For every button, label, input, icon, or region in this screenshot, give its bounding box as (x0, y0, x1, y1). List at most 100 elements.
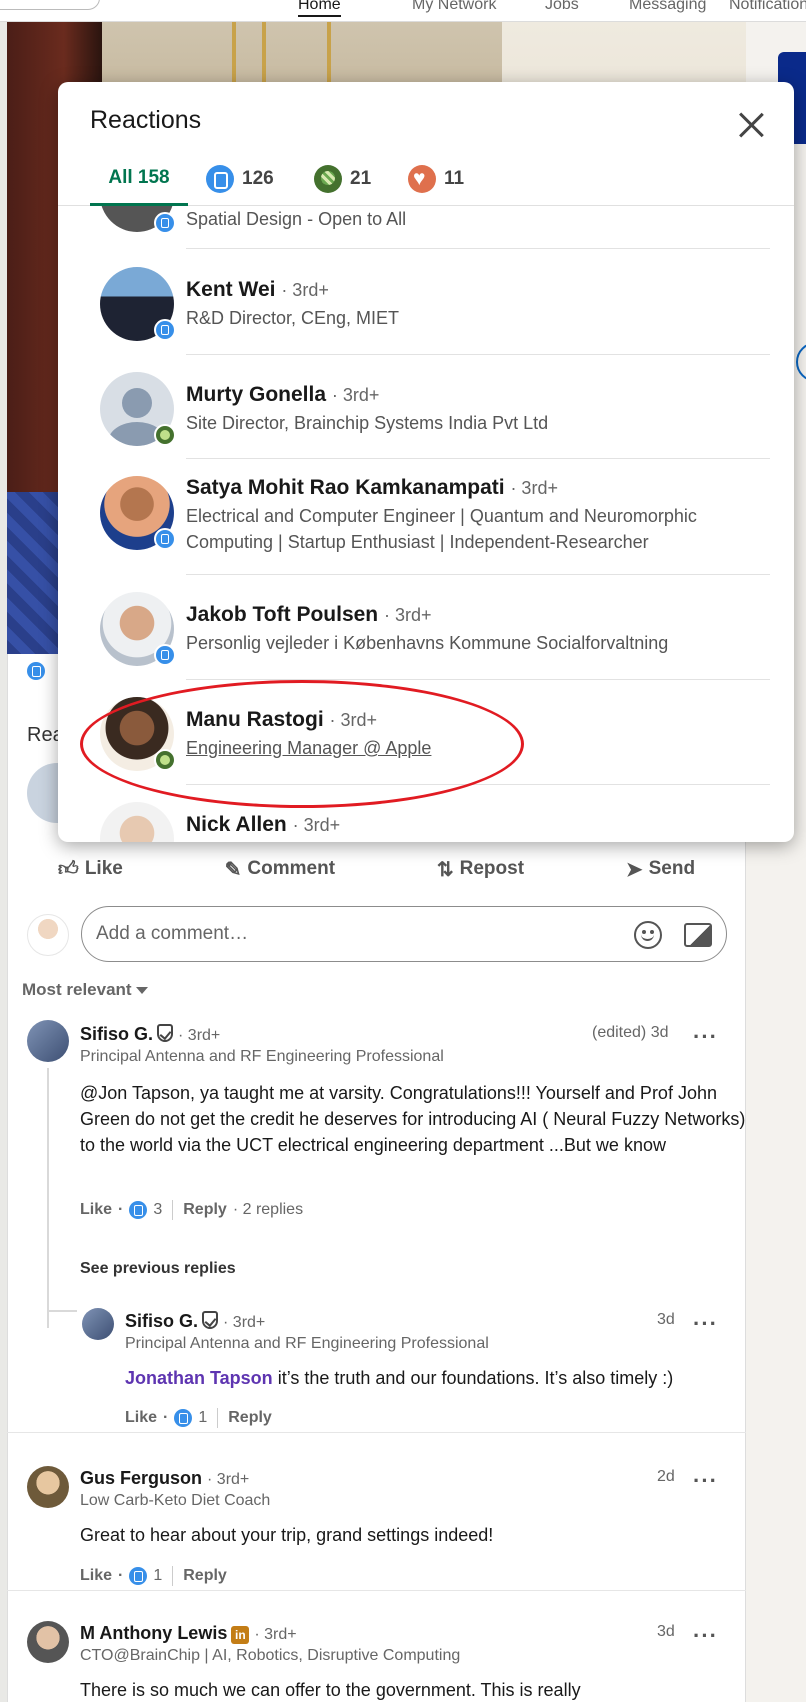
reactor-name[interactable]: Manu Rastogi · 3rd+ (186, 708, 377, 732)
row-divider (186, 458, 770, 459)
more-options-icon[interactable]: ··· (693, 1625, 718, 1647)
connection-degree: · 3rd+ (207, 1471, 250, 1488)
nav-notifications[interactable]: Notifications (729, 0, 806, 14)
comment-like-button[interactable]: Like (80, 1567, 112, 1585)
search-box[interactable] (0, 0, 100, 10)
commenter-headline: Principal Antenna and RF Engineering Pro… (80, 1048, 444, 1065)
comment-text: There is so much we can offer to the gov… (80, 1680, 581, 1700)
commenter-name[interactable]: Sifiso G. · 3rd+ (80, 1024, 220, 1045)
see-previous-replies-link[interactable]: See previous replies (80, 1260, 236, 1278)
reactions-list: Spatial Design - Open to All Kent Wei · … (58, 206, 794, 842)
commenter-avatar[interactable] (82, 1308, 114, 1340)
repost-icon: ⇅ (436, 858, 454, 881)
like-count[interactable]: 1 (153, 1567, 162, 1585)
commenter-name-text: Gus Ferguson (80, 1468, 203, 1488)
like-badge-icon (154, 319, 176, 341)
emoji-icon[interactable] (634, 921, 662, 949)
tab-all[interactable]: All 158 (90, 152, 188, 206)
post-reaction-icons[interactable] (27, 662, 45, 683)
divider (172, 1566, 174, 1586)
commenter-name[interactable]: Gus Ferguson · 3rd+ (80, 1468, 249, 1489)
like-icon (206, 165, 234, 193)
tab-love[interactable]: 11 (408, 152, 464, 206)
comment-input-placeholder: Add a comment… (96, 923, 249, 944)
repost-button[interactable]: ⇅ Repost (437, 857, 524, 882)
reactor-headline: Electrical and Computer Engineer | Quant… (186, 506, 697, 552)
commenter-name-text: Sifiso G. (80, 1024, 154, 1044)
close-icon[interactable] (738, 112, 764, 138)
modal-title: Reactions (90, 106, 202, 134)
reactor-name[interactable]: Murty Gonella · 3rd+ (186, 383, 379, 407)
tab-like[interactable]: 126 (206, 152, 274, 206)
thread-line (47, 1068, 49, 1328)
comment-divider (7, 1432, 746, 1433)
commenter-name[interactable]: Sifiso G. · 3rd+ (125, 1311, 265, 1332)
image-icon[interactable] (684, 923, 712, 947)
comment-input[interactable]: Add a comment… (81, 906, 727, 962)
tab-love-count: 11 (444, 168, 465, 189)
reactor-name[interactable]: Nick Allen · 3rd+ (186, 813, 340, 837)
row-divider (186, 248, 770, 249)
connection-degree: · 3rd+ (178, 1027, 221, 1044)
caret-down-icon (135, 987, 148, 995)
love-icon (408, 165, 436, 193)
row-divider (186, 574, 770, 575)
commenter-avatar[interactable] (27, 1020, 69, 1062)
reactor-name[interactable]: Kent Wei · 3rd+ (186, 278, 329, 302)
like-icon (129, 1567, 148, 1585)
send-icon: ➤ (625, 858, 643, 881)
nav-messaging[interactable]: Messaging (629, 0, 706, 14)
comment-reply-button[interactable]: Reply (183, 1201, 227, 1219)
comment-reply-button[interactable]: Reply (228, 1409, 272, 1427)
more-options-icon[interactable]: ··· (693, 1313, 718, 1335)
comment-icon: ✎ (224, 858, 242, 881)
commenter-name[interactable]: M Anthony Lewis in · 3rd+ (80, 1623, 297, 1644)
row-divider (186, 679, 770, 680)
row-divider (186, 354, 770, 355)
more-options-icon[interactable]: ··· (693, 1470, 718, 1492)
send-button-label: Send (648, 858, 696, 879)
more-options-icon[interactable]: ··· (693, 1026, 718, 1048)
repost-button-label: Repost (459, 858, 525, 879)
commenter-avatar[interactable] (27, 1621, 69, 1663)
like-count[interactable]: 1 (198, 1409, 207, 1427)
connection-degree: · 3rd+ (223, 1314, 266, 1331)
comment-reply-button[interactable]: Reply (183, 1567, 227, 1585)
like-badge-icon (154, 212, 176, 234)
sort-dropdown[interactable]: Most relevant (22, 980, 148, 1000)
comment-composer: Add a comment… (27, 906, 727, 962)
divider (172, 1200, 174, 1220)
comment-time: 3d (657, 1311, 675, 1328)
comment-like-button[interactable]: Like (125, 1409, 157, 1427)
like-badge-icon (154, 644, 176, 666)
rail-button[interactable] (796, 342, 806, 382)
nav-jobs[interactable]: Jobs (545, 0, 579, 14)
comment-like-button[interactable]: Like (80, 1201, 112, 1219)
comment-button[interactable]: ✎ Comment (225, 857, 335, 882)
reactor-avatar[interactable] (100, 802, 174, 842)
row-divider (186, 784, 770, 785)
like-button[interactable]: 👍︎ Like (58, 857, 123, 881)
send-button[interactable]: ➤ Send (626, 857, 695, 882)
post-action-bar: 👍︎ Like ✎ Comment ⇅ Repost ➤ Send (7, 848, 746, 890)
comment-time: 3d (657, 1623, 675, 1640)
my-avatar[interactable] (27, 914, 69, 956)
mention-link[interactable]: Jonathan Tapson (125, 1368, 273, 1388)
like-icon (27, 662, 45, 680)
reactor-headline: Engineering Manager @ Apple (186, 738, 432, 758)
commenter-name-text: M Anthony Lewis (80, 1623, 228, 1643)
commenter-headline: Principal Antenna and RF Engineering Pro… (125, 1335, 489, 1352)
nav-my-network[interactable]: My Network (412, 0, 496, 14)
celebrate-badge-icon (154, 424, 176, 446)
verified-shield-icon (157, 1024, 174, 1042)
linkedin-premium-icon: in (231, 1626, 250, 1644)
reactor-name[interactable]: Jakob Toft Poulsen · 3rd+ (186, 603, 432, 627)
commenter-avatar[interactable] (27, 1466, 69, 1508)
nav-home[interactable]: Home (298, 0, 341, 17)
comment-actions: Like · 1 Reply (80, 1566, 227, 1586)
tab-celebrate[interactable]: 21 (314, 152, 371, 206)
like-icon (129, 1201, 148, 1219)
reactor-name[interactable]: Satya Mohit Rao Kamkanampati · 3rd+ (186, 476, 558, 500)
like-count[interactable]: 3 (153, 1201, 162, 1219)
replies-count[interactable]: · 2 replies (233, 1201, 303, 1219)
